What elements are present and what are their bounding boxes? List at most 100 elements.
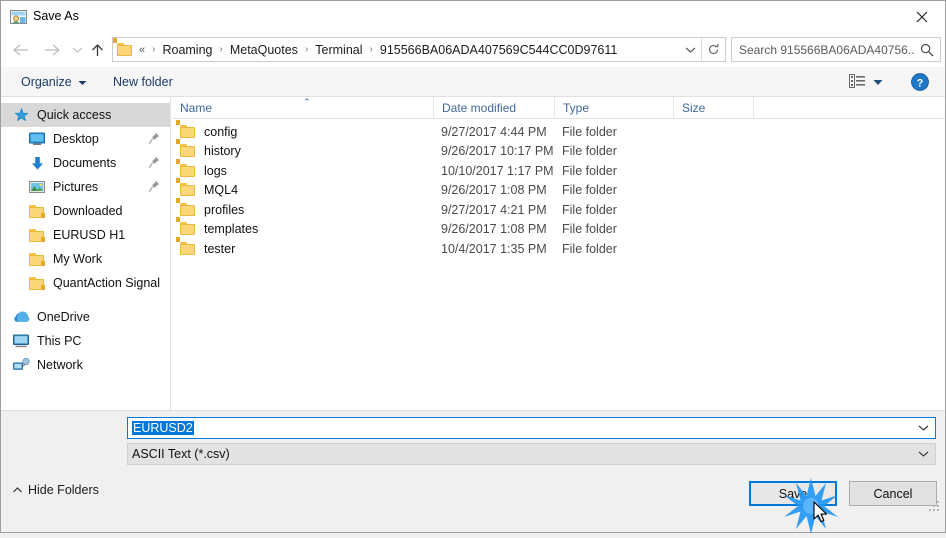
forward-icon[interactable] [37, 33, 67, 67]
file-date-cell: 10/4/2017 1:35 PM [441, 241, 547, 256]
table-row[interactable]: logs 10/10/2017 1:17 PM File folder [172, 158, 945, 181]
folder-icon [176, 139, 196, 158]
save-form: File name: EURUSD2 Save as type: ASCII T… [1, 410, 945, 472]
close-icon[interactable] [899, 1, 945, 33]
breadcrumb-item-metaquotes[interactable]: MetaQuotes [228, 43, 300, 57]
file-type-cell: File folder [562, 163, 617, 178]
folder-icon [176, 178, 196, 197]
filetype-chevron-down-icon[interactable] [911, 450, 935, 458]
sidebar-item-this-pc[interactable]: This PC [1, 329, 170, 353]
thispc-icon [11, 333, 31, 349]
hide-folders-button[interactable]: Hide Folders [13, 483, 99, 497]
sidebar-item-label: Documents [53, 156, 117, 170]
table-row[interactable]: profiles 9/27/2017 4:21 PM File folder [172, 197, 945, 220]
file-name-label: templates [204, 222, 259, 237]
folder-icon [176, 197, 196, 217]
breadcrumb-item-terminal[interactable]: Terminal [313, 43, 364, 57]
file-name-cell[interactable]: templates [176, 217, 259, 240]
filename-chevron-down-icon[interactable] [911, 424, 935, 432]
filename-value: EURUSD2 [132, 421, 194, 435]
table-row[interactable]: templates 9/26/2017 1:08 PM File folder [172, 217, 945, 240]
file-name-label: logs [204, 163, 227, 178]
star-icon [11, 107, 31, 123]
list-view-icon[interactable] [849, 73, 866, 91]
pin-icon[interactable] [148, 132, 160, 146]
column-header-date-modified[interactable]: Date modified [434, 97, 555, 119]
file-name-cell[interactable]: config [176, 119, 238, 142]
view-options[interactable] [849, 67, 883, 97]
file-date-cell: 9/27/2017 4:21 PM [441, 202, 547, 217]
filetype-select[interactable]: ASCII Text (*.csv) [127, 443, 936, 465]
sidebar-item-desktop[interactable]: Desktop [1, 127, 170, 151]
filetype-value: ASCII Text (*.csv) [132, 447, 230, 461]
new-folder-button[interactable]: New folder [105, 67, 181, 97]
address-chevron-down-icon[interactable] [679, 46, 701, 54]
table-row[interactable]: history 9/26/2017 10:17 PM File folder [172, 139, 945, 162]
up-icon[interactable] [85, 33, 109, 67]
file-type-cell: File folder [562, 124, 617, 139]
file-date-cell: 9/26/2017 1:08 PM [441, 183, 547, 198]
column-header-type[interactable]: Type [555, 97, 674, 119]
save-button[interactable]: Save [749, 481, 837, 506]
file-rows: config 9/27/2017 4:44 PM File folder his… [172, 119, 945, 259]
folder-icon [176, 236, 196, 256]
pin-icon[interactable] [148, 156, 160, 170]
sidebar-item-label: Quick access [37, 108, 112, 122]
file-name-cell[interactable]: tester [176, 236, 235, 259]
sidebar-item-pictures[interactable]: Pictures [1, 175, 170, 199]
file-name-cell[interactable]: profiles [176, 197, 244, 220]
save-as-icon [10, 9, 27, 25]
sidebar-item-onedrive[interactable]: OneDrive [1, 305, 170, 329]
help-button[interactable]: ? [911, 73, 929, 91]
title-bar: Save As [1, 1, 945, 33]
filename-input[interactable]: EURUSD2 [127, 417, 936, 439]
table-row[interactable]: MQL4 9/26/2017 1:08 PM File folder [172, 178, 945, 201]
address-bar[interactable]: « › Roaming › MetaQuotes › Terminal › 91… [112, 37, 726, 62]
file-name-cell[interactable]: MQL4 [176, 178, 239, 201]
search-placeholder: Search 915566BA06ADA40756... [739, 42, 914, 57]
sidebar-separator [1, 295, 170, 305]
refresh-icon[interactable] [701, 38, 725, 61]
breadcrumb-separator: › [219, 43, 223, 55]
sidebar-item-label: Pictures [53, 180, 99, 194]
sidebar-item-quick-access[interactable]: Quick access [1, 103, 170, 127]
sort-ascending-icon: ⌃ [303, 97, 311, 107]
breadcrumb-overflow[interactable]: « [137, 44, 147, 56]
search-icon[interactable] [914, 43, 940, 57]
sidebar-item-quantaction-signal[interactable]: QuantAction Signal [1, 271, 170, 295]
file-date-cell: 9/26/2017 1:08 PM [441, 222, 547, 237]
organize-button[interactable]: Organize [13, 67, 95, 97]
file-type-cell: File folder [562, 241, 617, 256]
column-header-label: Size [682, 101, 706, 115]
column-header-name[interactable]: Name ⌃ [172, 97, 434, 119]
file-name-label: config [204, 124, 238, 139]
search-input[interactable]: Search 915566BA06ADA40756... [731, 37, 941, 62]
sidebar-item-downloaded[interactable]: Downloaded [1, 199, 170, 223]
sidebar-item-network[interactable]: Network [1, 353, 170, 377]
pin-icon[interactable] [148, 180, 160, 194]
sidebar-item-label: QuantAction Signal [53, 276, 161, 290]
file-date-cell: 10/10/2017 1:17 PM [441, 163, 554, 178]
recent-locations-chevron-down-icon[interactable] [67, 33, 87, 67]
cancel-button[interactable]: Cancel [849, 481, 937, 506]
sidebar-item-my-work[interactable]: My Work [1, 247, 170, 271]
back-icon[interactable] [5, 33, 35, 67]
breadcrumb-item-instance[interactable]: 915566BA06ADA407569C544CC0D97611 [378, 43, 619, 57]
breadcrumb: « › Roaming › MetaQuotes › Terminal › 91… [133, 43, 679, 57]
file-name-label: MQL4 [204, 183, 239, 198]
table-row[interactable]: config 9/27/2017 4:44 PM File folder [172, 119, 945, 142]
pictures-icon [27, 179, 47, 195]
file-name-cell[interactable]: logs [176, 158, 227, 181]
column-header-label: Type [563, 101, 590, 115]
folder-icon [27, 251, 47, 267]
resize-grip[interactable] [929, 499, 941, 511]
file-name-cell[interactable]: history [176, 139, 241, 162]
breadcrumb-separator: › [152, 43, 156, 55]
sidebar-item-eurusd-h1[interactable]: EURUSD H1 [1, 223, 170, 247]
table-row[interactable]: tester 10/4/2017 1:35 PM File folder [172, 236, 945, 259]
column-header-size[interactable]: Size [674, 97, 754, 119]
view-chevron-down-icon[interactable] [873, 75, 883, 89]
breadcrumb-item-roaming[interactable]: Roaming [160, 43, 214, 57]
filetype-row: Save as type: ASCII Text (*.csv) [1, 443, 945, 465]
sidebar-item-documents[interactable]: Documents [1, 151, 170, 175]
